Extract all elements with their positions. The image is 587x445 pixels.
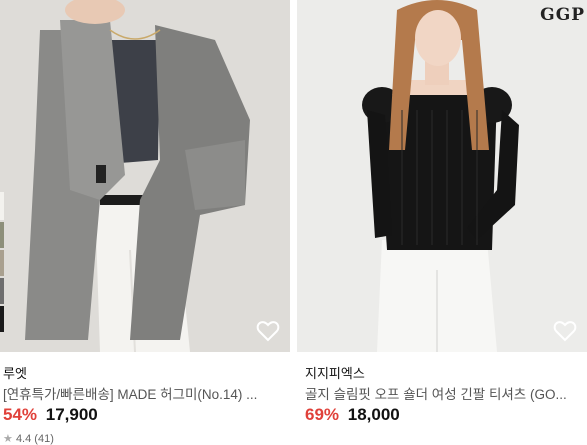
discount-rate: 54% [3,405,38,424]
rating-row: ★ 4.4 (41) [3,432,54,445]
product-image-black-top[interactable]: GGP [297,0,587,352]
discount-rate: 69% [305,405,340,424]
black-top-photo-illustration [297,0,587,352]
product-brand[interactable]: 지지피엑스 [305,363,365,382]
color-swatch-black[interactable] [0,306,4,332]
heart-outline-icon[interactable] [256,320,280,342]
product-card-1[interactable]: 루엣 [연휴특가/빠른배송] MADE 허그미(No.14) ... 54% 1… [0,0,290,445]
product-card-2[interactable]: GGP 지지피엑스 골지 슬림핏 오프 숄더 여성 긴팔 티셔츠 (GO... … [297,0,587,444]
product-brand[interactable]: 루엣 [3,363,27,382]
sale-price: 18,000 [347,405,400,424]
heart-outline-icon[interactable] [553,320,577,342]
price-row: 69% 18,000 [305,405,400,425]
star-icon: ★ [3,433,13,445]
price-row: 54% 17,900 [3,405,98,425]
sale-price: 17,900 [45,405,98,424]
color-swatch-khaki[interactable] [0,222,4,248]
color-swatch-beige[interactable] [0,250,4,276]
brand-logo-watermark: GGP [540,5,585,25]
product-image-cardigan[interactable] [0,0,290,352]
product-title[interactable]: [연휴특가/빠른배송] MADE 허그미(No.14) ... [3,383,283,403]
color-swatch-ivory[interactable] [0,192,4,220]
color-swatch-gray[interactable] [0,278,4,304]
product-title[interactable]: 골지 슬림핏 오프 숄더 여성 긴팔 티셔츠 (GO... [305,383,585,403]
rating-score: 4.4 [15,433,32,445]
cardigan-photo-illustration [0,0,290,352]
review-count: (41) [34,433,54,445]
